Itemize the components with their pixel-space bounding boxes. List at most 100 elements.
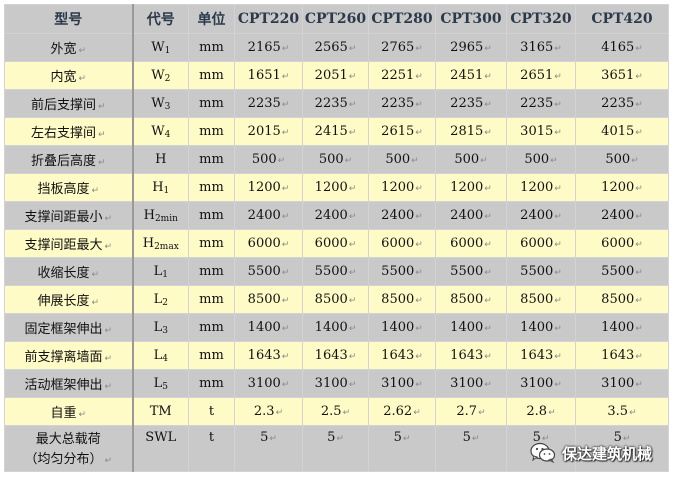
cell-value-text: 6000	[381, 236, 415, 251]
cell-value-text: 2.3	[253, 404, 275, 419]
cell-value: 2165↵	[234, 33, 303, 62]
row-code: H2min	[131, 201, 189, 230]
row-code-text: W	[151, 123, 165, 139]
row-code: L1	[131, 257, 189, 286]
cell-value: 1200↵	[234, 173, 303, 202]
cell-value: 2015↵	[234, 117, 303, 146]
return-mark: ↵	[554, 240, 562, 250]
row-code-text: H	[152, 179, 164, 195]
row-label-text: 自重	[50, 406, 77, 421]
row-unit-text: mm	[199, 180, 224, 195]
cell-value-text: 2235	[450, 96, 484, 111]
return-mark: ↵	[281, 100, 290, 110]
cell-value: 2765↵	[368, 33, 436, 62]
return-mark: ↵	[348, 380, 357, 390]
return-mark: ↵	[415, 72, 423, 82]
row-unit-text: mm	[199, 40, 224, 55]
cell-value-text: 6000	[450, 236, 484, 251]
cell-value: 500↵	[302, 145, 369, 174]
cell-value-text: 500	[454, 152, 480, 167]
cell-value-text: 2765	[381, 40, 415, 55]
return-mark: ↵	[415, 296, 423, 306]
row-label-text: 收缩长度	[37, 266, 90, 281]
cell-value: 2400↵	[302, 201, 369, 230]
return-mark: ↵	[281, 128, 290, 138]
table-row: 左右支撑间 ↵ W4 mm 2015↵ 2415↵ 2615↵ 2815↵ 3015↵ 4015↵	[4, 117, 669, 146]
row-label: 活动框架伸出 ↵	[4, 369, 133, 398]
cell-value: 1200↵	[368, 173, 436, 202]
cell-value: 1400↵	[575, 313, 669, 342]
table-row: 内宽 ↵ W2 mm 1651↵ 2051↵ 2251↵ 2451↵ 2651↵ 3651↵	[4, 61, 669, 90]
cell-value-text: 1200	[450, 180, 484, 195]
cell-value-text: 2400	[381, 208, 415, 223]
cell-value: 2235↵	[575, 89, 669, 118]
cell-value: 5↵	[234, 425, 303, 472]
table-row: 折叠后高度 ↵ Hmm 500↵ 500↵ 500↵ 500↵ 500↵ 500↵	[4, 145, 669, 174]
row-code-text: L	[153, 319, 163, 335]
cell-value-text: 3100	[381, 376, 415, 391]
cell-value-text: 2235	[314, 96, 348, 111]
row-code-text: L	[153, 347, 163, 363]
cell-value-text: 1200	[247, 180, 281, 195]
row-unit: mm	[188, 369, 235, 398]
return-mark: ↵	[554, 128, 562, 138]
row-unit: mm	[188, 117, 235, 146]
return-mark: ↵	[554, 380, 562, 390]
cell-value: 3165↵	[506, 33, 576, 62]
cell-value-text: 3100	[450, 376, 484, 391]
cell-value-text: 2.8	[526, 404, 548, 419]
row-label-text: 内宽	[50, 70, 77, 85]
cell-value-text: 500	[385, 152, 411, 167]
cell-value-text: 3100	[601, 376, 635, 391]
row-label: 挡板高度 ↵	[4, 173, 133, 202]
cell-value: 500↵	[435, 145, 507, 174]
cell-value-text: 8500	[314, 292, 348, 307]
cell-value-text: 2165	[247, 40, 281, 55]
cell-value: 1643↵	[368, 341, 436, 370]
cell-value-text: 8500	[601, 292, 635, 307]
cell-value-text: 2235	[601, 96, 635, 111]
return-mark: ↵	[78, 46, 87, 56]
return-mark: ↵	[635, 128, 643, 138]
cell-value: 1200↵	[575, 173, 669, 202]
return-mark: ↵	[97, 102, 106, 112]
row-code: SWL	[131, 425, 189, 472]
return-mark: ↵	[415, 128, 423, 138]
header-model: 型号	[4, 4, 133, 34]
row-code: H2max	[131, 229, 189, 258]
cell-value-text: 1400	[520, 320, 554, 335]
return-mark: ↵	[484, 184, 492, 194]
return-mark: ↵	[484, 240, 492, 250]
return-mark: ↵	[635, 352, 643, 362]
cell-value-text: 3100	[247, 376, 281, 391]
return-mark: ↵	[104, 354, 113, 364]
return-mark: ↵	[91, 298, 100, 308]
row-unit: t	[188, 425, 235, 472]
return-mark: ↵	[281, 268, 290, 278]
cell-value: 2235↵	[302, 89, 369, 118]
return-mark: ↵	[635, 72, 643, 82]
cell-value: 2400↵	[234, 201, 303, 230]
cell-value-text: 5500	[247, 264, 281, 279]
return-mark: ↵	[342, 408, 351, 418]
row-code-subscript: 3	[164, 101, 171, 112]
cell-value: 5↵	[368, 425, 436, 472]
row-label-text: 支撑间距最小	[24, 210, 103, 225]
return-mark: ↵	[484, 324, 492, 334]
cell-value-text: 2051	[314, 68, 348, 83]
cell-value: 6000↵	[575, 229, 669, 258]
return-mark: ↵	[348, 240, 357, 250]
row-code: L4	[131, 341, 189, 370]
return-mark: ↵	[336, 434, 344, 444]
cell-value: 1400↵	[302, 313, 369, 342]
table-row: 支撑间距最大 ↵ H2max mm 6000↵ 6000↵ 6000↵ 6000↵ 6000↵ 6…	[4, 229, 669, 258]
row-label: 内宽 ↵	[4, 61, 133, 90]
cell-value: 8500↵	[234, 285, 303, 314]
row-label-text: 折叠后高度	[30, 154, 96, 169]
cell-value-text: 4165	[601, 40, 635, 55]
row-code-text: TM	[149, 404, 172, 419]
cell-value-text: 6000	[520, 236, 554, 251]
return-mark: ↵	[348, 324, 357, 334]
cell-value: 1651↵	[234, 61, 303, 90]
cell-value-text: 1400	[450, 320, 484, 335]
